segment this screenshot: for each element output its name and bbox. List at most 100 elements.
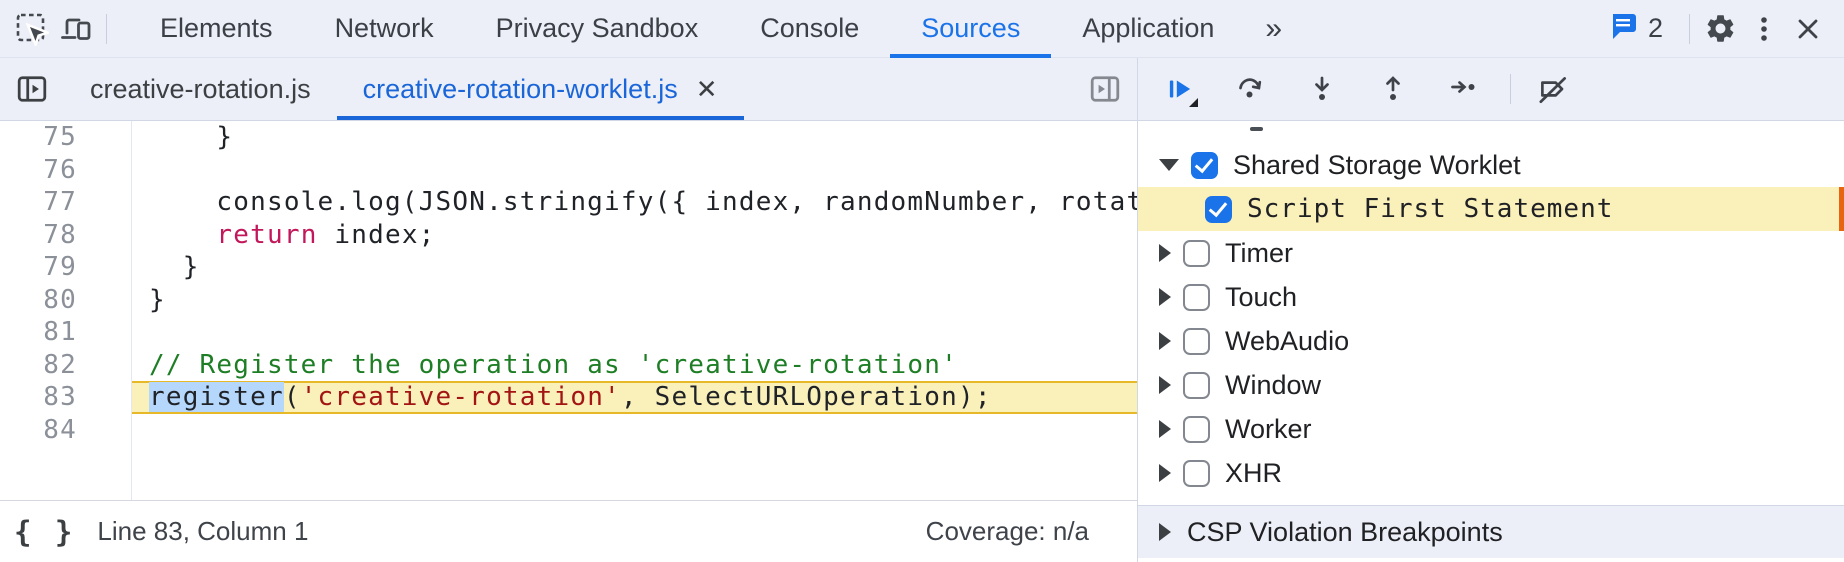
chevron-right-icon[interactable]: [1159, 288, 1171, 306]
more-tabs-icon[interactable]: »: [1245, 12, 1304, 46]
line-number-gutter[interactable]: 78: [0, 219, 132, 252]
code-filler: [0, 446, 1137, 500]
chevron-right-icon[interactable]: [1159, 523, 1171, 541]
step-over-icon[interactable]: [1231, 69, 1271, 109]
debugger-toolbar-divider: [1510, 74, 1511, 104]
section-label: CSP Violation Breakpoints: [1187, 517, 1503, 548]
show-right-sidebar-icon[interactable]: [1073, 58, 1137, 120]
clipped-content-remnant: [1250, 127, 1263, 131]
checkbox-unchecked[interactable]: [1183, 372, 1210, 399]
breakpoint-row[interactable]: Timer: [1138, 231, 1844, 275]
code-text[interactable]: }: [132, 251, 1137, 284]
checkbox-checked[interactable]: [1191, 152, 1218, 179]
checkbox-unchecked[interactable]: [1183, 240, 1210, 267]
debugger-sidebar: Shared Storage WorkletScript First State…: [1137, 121, 1844, 562]
step-icon[interactable]: [1444, 69, 1484, 109]
checkbox-checked[interactable]: [1205, 196, 1232, 223]
tab-application[interactable]: Application: [1051, 0, 1245, 58]
toolbar-divider: [106, 14, 107, 44]
code-text[interactable]: console.log(JSON.stringify({ index, rand…: [132, 186, 1137, 219]
breakpoint-label: Touch: [1225, 282, 1297, 313]
line-number-gutter[interactable]: 84: [0, 414, 132, 447]
step-into-icon[interactable]: [1302, 69, 1342, 109]
breakpoint-label: Timer: [1225, 238, 1293, 269]
tab-elements[interactable]: Elements: [129, 0, 304, 58]
code-text[interactable]: register('creative-rotation', SelectURLO…: [132, 381, 1137, 414]
deactivate-breakpoints-icon[interactable]: [1533, 69, 1573, 109]
tab-sources[interactable]: Sources: [890, 0, 1051, 58]
code-text[interactable]: // Register the operation as 'creative-r…: [132, 349, 1137, 382]
checkbox-unchecked[interactable]: [1183, 460, 1210, 487]
line-number-gutter[interactable]: 75: [0, 121, 132, 154]
code-text[interactable]: return index;: [132, 219, 1137, 252]
device-toolbar-icon[interactable]: [54, 7, 98, 51]
event-listener-breakpoints-list: Shared Storage WorkletScript First State…: [1138, 121, 1844, 495]
file-tab-label: creative-rotation-worklet.js: [363, 74, 678, 105]
issues-count: 2: [1648, 13, 1663, 44]
inspect-element-icon[interactable]: [10, 7, 54, 51]
breakpoint-label: XHR: [1225, 458, 1282, 489]
file-tab-creative-rotation-worklet[interactable]: creative-rotation-worklet.js ✕: [337, 58, 744, 120]
csp-violation-breakpoints-section[interactable]: CSP Violation Breakpoints: [1138, 505, 1844, 558]
checkbox-unchecked[interactable]: [1183, 416, 1210, 443]
line-number-gutter[interactable]: 82: [0, 349, 132, 382]
line-number-gutter[interactable]: 77: [0, 186, 132, 219]
line-number-gutter[interactable]: 81: [0, 316, 132, 349]
editor-status-bar: { } Line 83, Column 1 Coverage: n/a: [0, 500, 1137, 562]
chevron-right-icon[interactable]: [1159, 244, 1171, 262]
code-text[interactable]: [132, 414, 1137, 447]
breakpoint-row[interactable]: Window: [1138, 363, 1844, 407]
line-number-gutter[interactable]: 83: [0, 381, 132, 414]
main-toolbar: Elements Network Privacy Sandbox Console…: [0, 0, 1844, 58]
chevron-right-icon[interactable]: [1159, 464, 1171, 482]
code-line: 80}: [0, 284, 1137, 317]
breakpoint-row[interactable]: Script First Statement: [1138, 187, 1844, 231]
code-line: 78 return index;: [0, 219, 1137, 252]
menu-kebab-icon[interactable]: [1742, 7, 1786, 51]
tab-network[interactable]: Network: [304, 0, 465, 58]
code-line-paused: 83register('creative-rotation', SelectUR…: [0, 381, 1137, 414]
code-text[interactable]: }: [132, 121, 1137, 154]
pretty-print-icon[interactable]: { }: [14, 515, 75, 549]
cursor-position: Line 83, Column 1: [97, 516, 308, 547]
code-text[interactable]: [132, 316, 1137, 349]
tab-privacy-sandbox[interactable]: Privacy Sandbox: [465, 0, 730, 58]
issues-button[interactable]: 2: [1608, 11, 1663, 46]
chevron-down-icon[interactable]: [1159, 159, 1179, 171]
code-line: 79 }: [0, 251, 1137, 284]
code-line: 75 }: [0, 121, 1137, 154]
breakpoint-row[interactable]: XHR: [1138, 451, 1844, 495]
coverage-status: Coverage: n/a: [926, 516, 1137, 547]
code-line: 82// Register the operation as 'creative…: [0, 349, 1137, 382]
line-number-gutter[interactable]: 80: [0, 284, 132, 317]
chevron-right-icon[interactable]: [1159, 420, 1171, 438]
toolbar-divider: [1689, 14, 1690, 44]
resume-script-icon[interactable]: [1160, 69, 1200, 109]
settings-gear-icon[interactable]: [1698, 7, 1742, 51]
show-navigator-icon[interactable]: [0, 58, 64, 120]
chevron-right-icon[interactable]: [1159, 376, 1171, 394]
breakpoint-row[interactable]: Touch: [1138, 275, 1844, 319]
checkbox-unchecked[interactable]: [1183, 284, 1210, 311]
long-press-corner: [1189, 98, 1198, 107]
close-tab-icon[interactable]: ✕: [696, 74, 718, 105]
issues-icon: [1608, 11, 1638, 46]
chevron-right-icon[interactable]: [1159, 332, 1171, 350]
code-line: 84: [0, 414, 1137, 447]
code-lines: 75 }7677 console.log(JSON.stringify({ in…: [0, 121, 1137, 500]
breakpoint-row[interactable]: Shared Storage Worklet: [1138, 143, 1844, 187]
tab-console[interactable]: Console: [729, 0, 890, 58]
checkbox-unchecked[interactable]: [1183, 328, 1210, 355]
devtools-window: Elements Network Privacy Sandbox Console…: [0, 0, 1844, 562]
code-text[interactable]: [132, 154, 1137, 187]
source-editor: 75 }7677 console.log(JSON.stringify({ in…: [0, 121, 1137, 562]
close-devtools-icon[interactable]: [1786, 7, 1830, 51]
step-out-icon[interactable]: [1373, 69, 1413, 109]
code-text[interactable]: }: [132, 284, 1137, 317]
toolbar-right: 2: [1608, 7, 1844, 51]
file-tab-creative-rotation[interactable]: creative-rotation.js: [64, 58, 337, 120]
line-number-gutter[interactable]: 76: [0, 154, 132, 187]
breakpoint-row[interactable]: Worker: [1138, 407, 1844, 451]
breakpoint-row[interactable]: WebAudio: [1138, 319, 1844, 363]
line-number-gutter[interactable]: 79: [0, 251, 132, 284]
